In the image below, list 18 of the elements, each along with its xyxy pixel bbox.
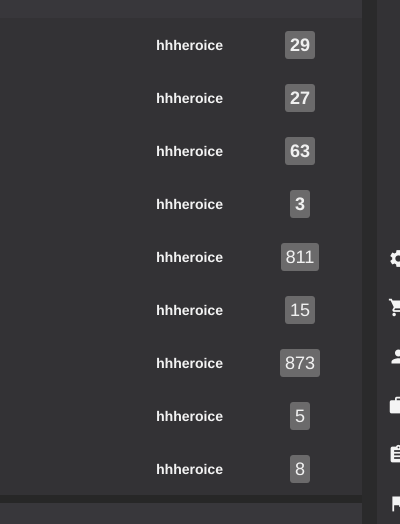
count-badge: 29 — [284, 30, 316, 58]
user-name: hhheroice — [156, 408, 223, 424]
count-badge: 811 — [280, 242, 320, 270]
user-name: hhheroice — [156, 142, 223, 158]
count-badge: 27 — [284, 84, 316, 112]
count-badge: 5 — [290, 402, 310, 430]
count-badge: 15 — [284, 296, 316, 324]
count-badge: 8 — [290, 454, 310, 482]
user-name: hhheroice — [156, 36, 223, 52]
user-name: hhheroice — [156, 196, 223, 212]
user-name: hhheroice — [156, 354, 223, 370]
user-name: hhheroice — [156, 302, 223, 318]
count-badge: 3 — [290, 190, 310, 218]
user-name: hhheroice — [156, 90, 223, 106]
user-name: hhheroice — [156, 248, 223, 264]
count-badge: 873 — [280, 348, 320, 376]
count-badge: 63 — [284, 136, 316, 164]
user-name: hhheroice — [156, 460, 223, 476]
